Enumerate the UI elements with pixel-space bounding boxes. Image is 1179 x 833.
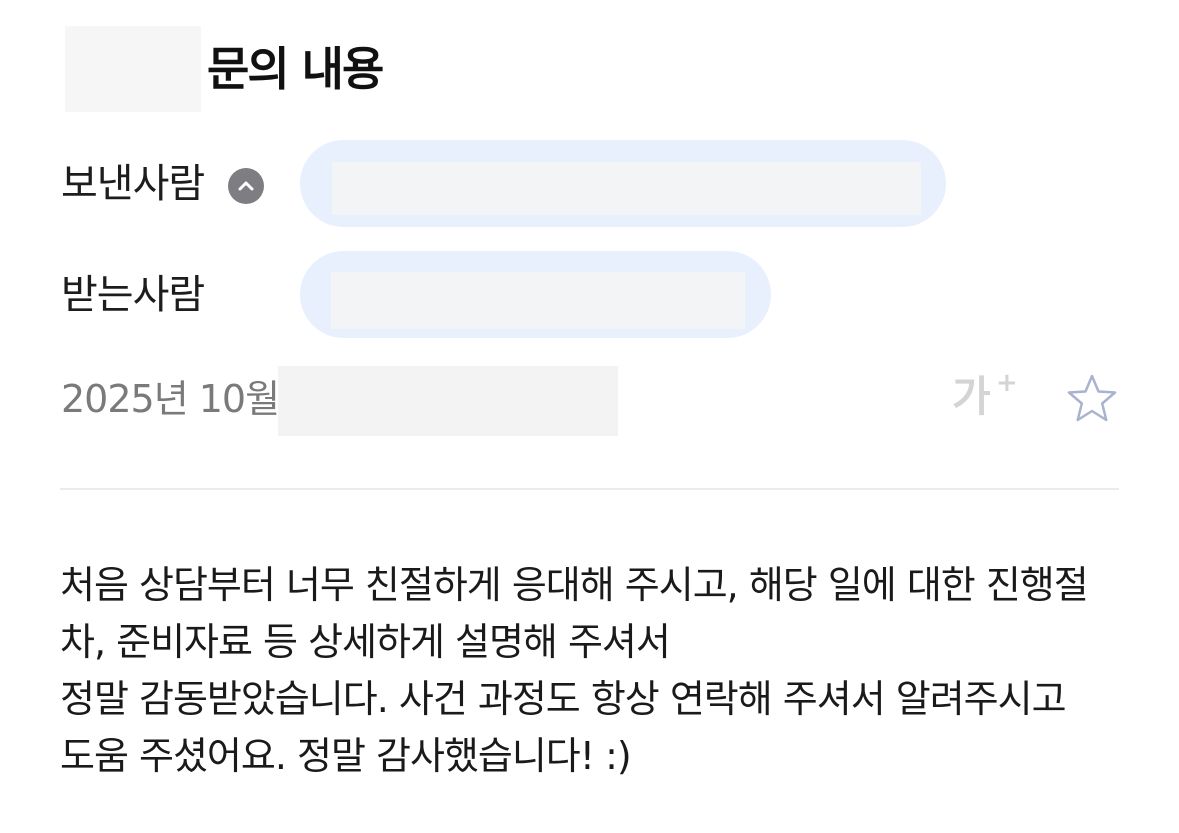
- redacted-date-detail: [278, 366, 618, 436]
- font-size-button[interactable]: 가 +: [950, 368, 1022, 426]
- sent-date: 2025년 10월: [61, 377, 280, 421]
- sender-chip[interactable]: [300, 140, 946, 227]
- font-size-icon: 가: [952, 372, 991, 421]
- redacted-sender-address: [332, 162, 921, 215]
- redacted-recipient-address: [331, 272, 745, 329]
- sender-label: 보낸사람: [61, 161, 205, 207]
- page-title: 문의 내용: [207, 42, 384, 96]
- message-body: 처음 상담부터 너무 친절하게 응대해 주시고, 해당 일에 대한 진행절 차,…: [60, 557, 1130, 785]
- chevron-up-icon: [238, 181, 254, 191]
- divider: [60, 488, 1119, 490]
- sender-toggle-button[interactable]: [228, 168, 264, 204]
- title-row: 문의 내용: [65, 26, 384, 112]
- message-line: 도움 주셨어요. 정말 감사했습니다! :): [60, 734, 632, 778]
- star-icon: [1067, 374, 1117, 422]
- message-line: 차, 준비자료 등 상세하게 설명해 주셔서: [60, 620, 671, 664]
- recipient-chip[interactable]: [300, 251, 771, 338]
- message-line: 정말 감동받았습니다. 사건 과정도 항상 연락해 주셔서 알려주시고: [60, 677, 1067, 721]
- message-line: 처음 상담부터 너무 친절하게 응대해 주시고, 해당 일에 대한 진행절: [60, 563, 1089, 607]
- star-button[interactable]: [1064, 372, 1120, 426]
- redacted-area: [65, 26, 201, 112]
- font-size-plus-icon: +: [996, 368, 1018, 398]
- mail-detail-view: 문의 내용 보낸사람 받는사람 2025년 10월 가 + 처음 상담부터 너무…: [0, 0, 1179, 833]
- recipient-label: 받는사람: [61, 272, 205, 318]
